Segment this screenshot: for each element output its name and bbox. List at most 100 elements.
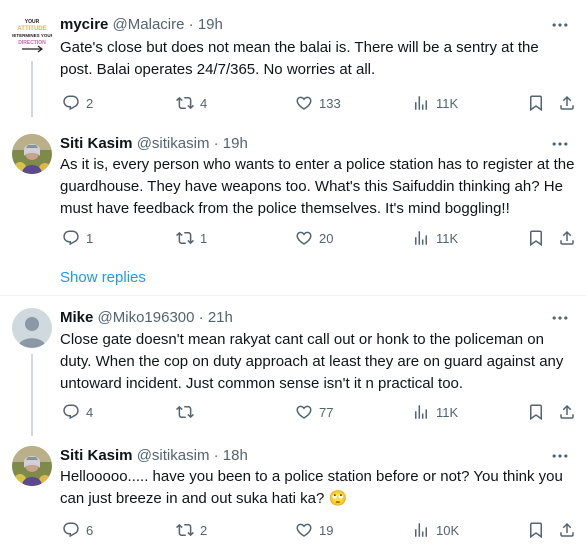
tweet-actions: 1 1 20 11K: [60, 228, 580, 248]
display-name[interactable]: Mike: [60, 309, 93, 326]
display-name[interactable]: Siti Kasim: [60, 135, 133, 152]
more-icon[interactable]: [550, 308, 570, 328]
reply-count: 4: [86, 404, 94, 420]
tweet-actions: 4 77 11K: [60, 402, 580, 422]
tweet-actions: 6 2 19 10K: [60, 520, 580, 540]
bookmark-button[interactable]: [527, 228, 545, 248]
show-replies-link[interactable]: Show replies: [60, 268, 146, 288]
views-icon: [412, 403, 430, 421]
timestamp[interactable]: 21h: [208, 309, 233, 326]
reply-icon: [62, 94, 80, 112]
separator-dot: ·: [213, 135, 219, 152]
tweet-header: Siti Kasim @sitikasim · 19h: [60, 134, 248, 154]
like-count: 77: [319, 404, 334, 420]
reply-button[interactable]: 4: [62, 402, 93, 422]
like-count: 20: [319, 230, 334, 246]
bookmark-icon: [527, 521, 545, 539]
views-button[interactable]: 10K: [412, 520, 459, 540]
avatar-image: [12, 134, 52, 174]
like-icon: [295, 521, 313, 539]
views-icon: [412, 94, 430, 112]
tweet-actions: 2 4 133 11K: [60, 93, 580, 113]
reply-count: 6: [86, 522, 94, 538]
views-button[interactable]: 11K: [412, 93, 458, 113]
like-icon: [295, 94, 313, 112]
view-count: 11K: [436, 95, 459, 111]
tweet-header: Siti Kasim @sitikasim · 18h: [60, 446, 248, 466]
retweet-button[interactable]: 1: [176, 228, 207, 248]
like-button[interactable]: 133: [295, 93, 341, 113]
retweet-button[interactable]: 2: [176, 520, 207, 540]
more-icon[interactable]: [550, 134, 570, 154]
avatar[interactable]: [12, 134, 52, 174]
retweet-button[interactable]: 4: [176, 93, 207, 113]
bookmark-icon: [527, 94, 545, 112]
retweet-icon: [176, 521, 194, 539]
retweet-icon: [176, 229, 194, 247]
views-icon: [412, 521, 430, 539]
timestamp[interactable]: 18h: [223, 447, 248, 464]
separator-dot: ·: [213, 447, 219, 464]
share-button[interactable]: [558, 228, 576, 248]
share-icon: [558, 403, 576, 421]
svg-text:DETERMINES YOUR: DETERMINES YOUR: [12, 33, 52, 38]
bookmark-button[interactable]: [527, 520, 545, 540]
avatar[interactable]: [12, 308, 52, 348]
retweet-icon: [176, 403, 194, 421]
avatar[interactable]: [12, 446, 52, 486]
reply-icon: [62, 521, 80, 539]
share-icon: [558, 229, 576, 247]
retweet-button[interactable]: [176, 402, 200, 422]
share-icon: [558, 521, 576, 539]
views-button[interactable]: 11K: [412, 228, 458, 248]
reply-button[interactable]: 1: [62, 228, 93, 248]
bookmark-icon: [527, 403, 545, 421]
like-count: 133: [319, 95, 341, 111]
user-handle[interactable]: @Miko196300: [98, 309, 195, 326]
reply-button[interactable]: 2: [62, 93, 93, 113]
timestamp[interactable]: 19h: [198, 16, 223, 33]
bookmark-icon: [527, 229, 545, 247]
share-button[interactable]: [558, 93, 576, 113]
retweet-count: 4: [200, 95, 208, 111]
timestamp[interactable]: 19h: [223, 135, 248, 152]
avatar[interactable]: YOUR ATTITUDE DETERMINES YOUR DIRECTION: [12, 15, 52, 55]
like-count: 19: [319, 522, 334, 538]
user-handle[interactable]: @sitikasim: [137, 135, 210, 152]
like-button[interactable]: 20: [295, 228, 333, 248]
like-button[interactable]: 77: [295, 402, 333, 422]
share-button[interactable]: [558, 520, 576, 540]
svg-text:DIRECTION: DIRECTION: [18, 40, 46, 46]
more-icon[interactable]: [550, 15, 570, 35]
views-button[interactable]: 11K: [412, 402, 458, 422]
tweet-text: Close gate doesn't mean rakyat cant call…: [60, 331, 564, 392]
user-handle[interactable]: @Malacire: [113, 16, 185, 33]
share-button[interactable]: [558, 402, 576, 422]
thread-line: [31, 61, 33, 117]
display-name[interactable]: Siti Kasim: [60, 447, 133, 464]
like-button[interactable]: 19: [295, 520, 333, 540]
svg-text:YOUR: YOUR: [25, 19, 40, 25]
reply-icon: [62, 403, 80, 421]
bookmark-button[interactable]: [527, 402, 545, 422]
thread-line: [31, 354, 33, 436]
like-icon: [295, 229, 313, 247]
views-icon: [412, 229, 430, 247]
avatar-image: YOUR ATTITUDE DETERMINES YOUR DIRECTION: [12, 15, 52, 55]
reply-count: 2: [86, 95, 94, 111]
more-icon[interactable]: [550, 446, 570, 466]
view-count: 11K: [436, 404, 459, 420]
separator-dot: ·: [188, 16, 194, 33]
tweet-header: Mike @Miko196300 · 21h: [60, 308, 233, 328]
avatar-image: [12, 446, 52, 486]
like-icon: [295, 403, 313, 421]
retweet-count: 1: [200, 230, 208, 246]
view-count: 11K: [436, 230, 459, 246]
tweet-text: Gate's close but does not mean the balai…: [60, 39, 539, 78]
user-handle[interactable]: @sitikasim: [137, 447, 210, 464]
tweet-header: mycire @Malacire · 19h: [60, 15, 223, 35]
tweet-text: Hellooooo..... have you been to a police…: [60, 468, 563, 507]
display-name[interactable]: mycire: [60, 16, 108, 33]
reply-button[interactable]: 6: [62, 520, 93, 540]
bookmark-button[interactable]: [527, 93, 545, 113]
